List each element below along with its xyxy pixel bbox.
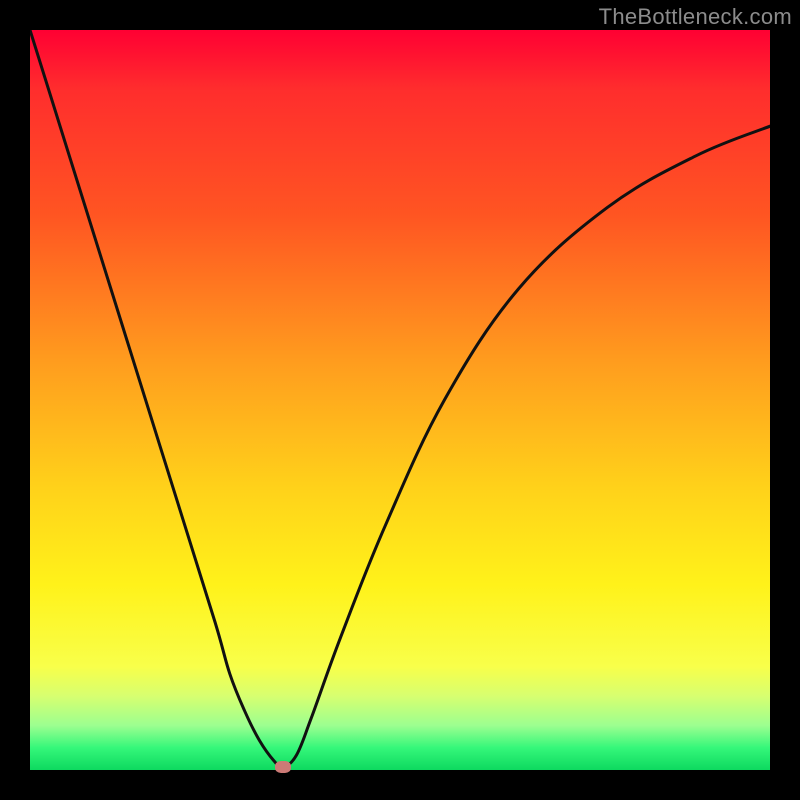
minimum-marker	[275, 761, 291, 773]
curve-path	[30, 30, 770, 767]
chart-curve	[30, 30, 770, 770]
canvas-root: TheBottleneck.com	[0, 0, 800, 800]
plot-area	[30, 30, 770, 770]
watermark-text: TheBottleneck.com	[599, 4, 792, 30]
